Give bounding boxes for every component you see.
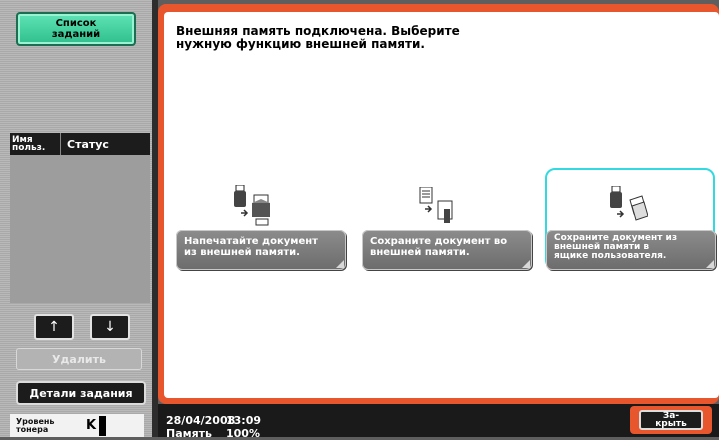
document-to-usb-icon (419, 187, 453, 223)
toner-bar (99, 415, 107, 436)
close-button-label: За- крыть (639, 410, 703, 430)
toner-label: Уровень тонера (16, 416, 55, 434)
arrow-down-icon: ↓ (104, 319, 116, 335)
scroll-up-button[interactable]: ↑ (34, 314, 74, 340)
user-name-column: Имя польз. (12, 135, 46, 153)
job-list-area (10, 155, 150, 303)
time-text: 13:09 (226, 414, 262, 427)
status-column: Статус (60, 133, 109, 155)
job-details-button[interactable]: Детали задания (16, 381, 146, 405)
save-to-memory-button[interactable]: Сохраните документ во внешней памяти. (362, 230, 532, 270)
instruction-text: Внешняя память подключена. Выберите нужн… (176, 24, 460, 51)
toner-level: Уровень тонера K (10, 414, 144, 437)
print-from-memory-button[interactable]: Напечатайте документ из внешней памяти. (176, 230, 346, 270)
save-to-user-box-button[interactable]: Сохраните документ из внешней памяти в я… (546, 230, 716, 270)
job-list-header: Имя польз. Статус (10, 133, 150, 155)
delete-button[interactable]: Удалить (16, 348, 142, 370)
usb-to-box-icon (610, 186, 648, 221)
toner-color-code: K (86, 418, 97, 433)
usb-print-icon (234, 185, 270, 226)
memory-value: 100% (226, 427, 260, 440)
job-list-button[interactable]: Список заданий (16, 12, 136, 46)
close-button[interactable]: За- крыть (630, 406, 712, 434)
date-time-display: 28/04/2008 13:09 Память 100% (166, 414, 261, 440)
arrow-up-icon: ↑ (48, 319, 60, 335)
date-text: 28/04/2008 (166, 414, 236, 427)
memory-label: Память (166, 427, 213, 440)
scroll-down-button[interactable]: ↓ (90, 314, 130, 340)
